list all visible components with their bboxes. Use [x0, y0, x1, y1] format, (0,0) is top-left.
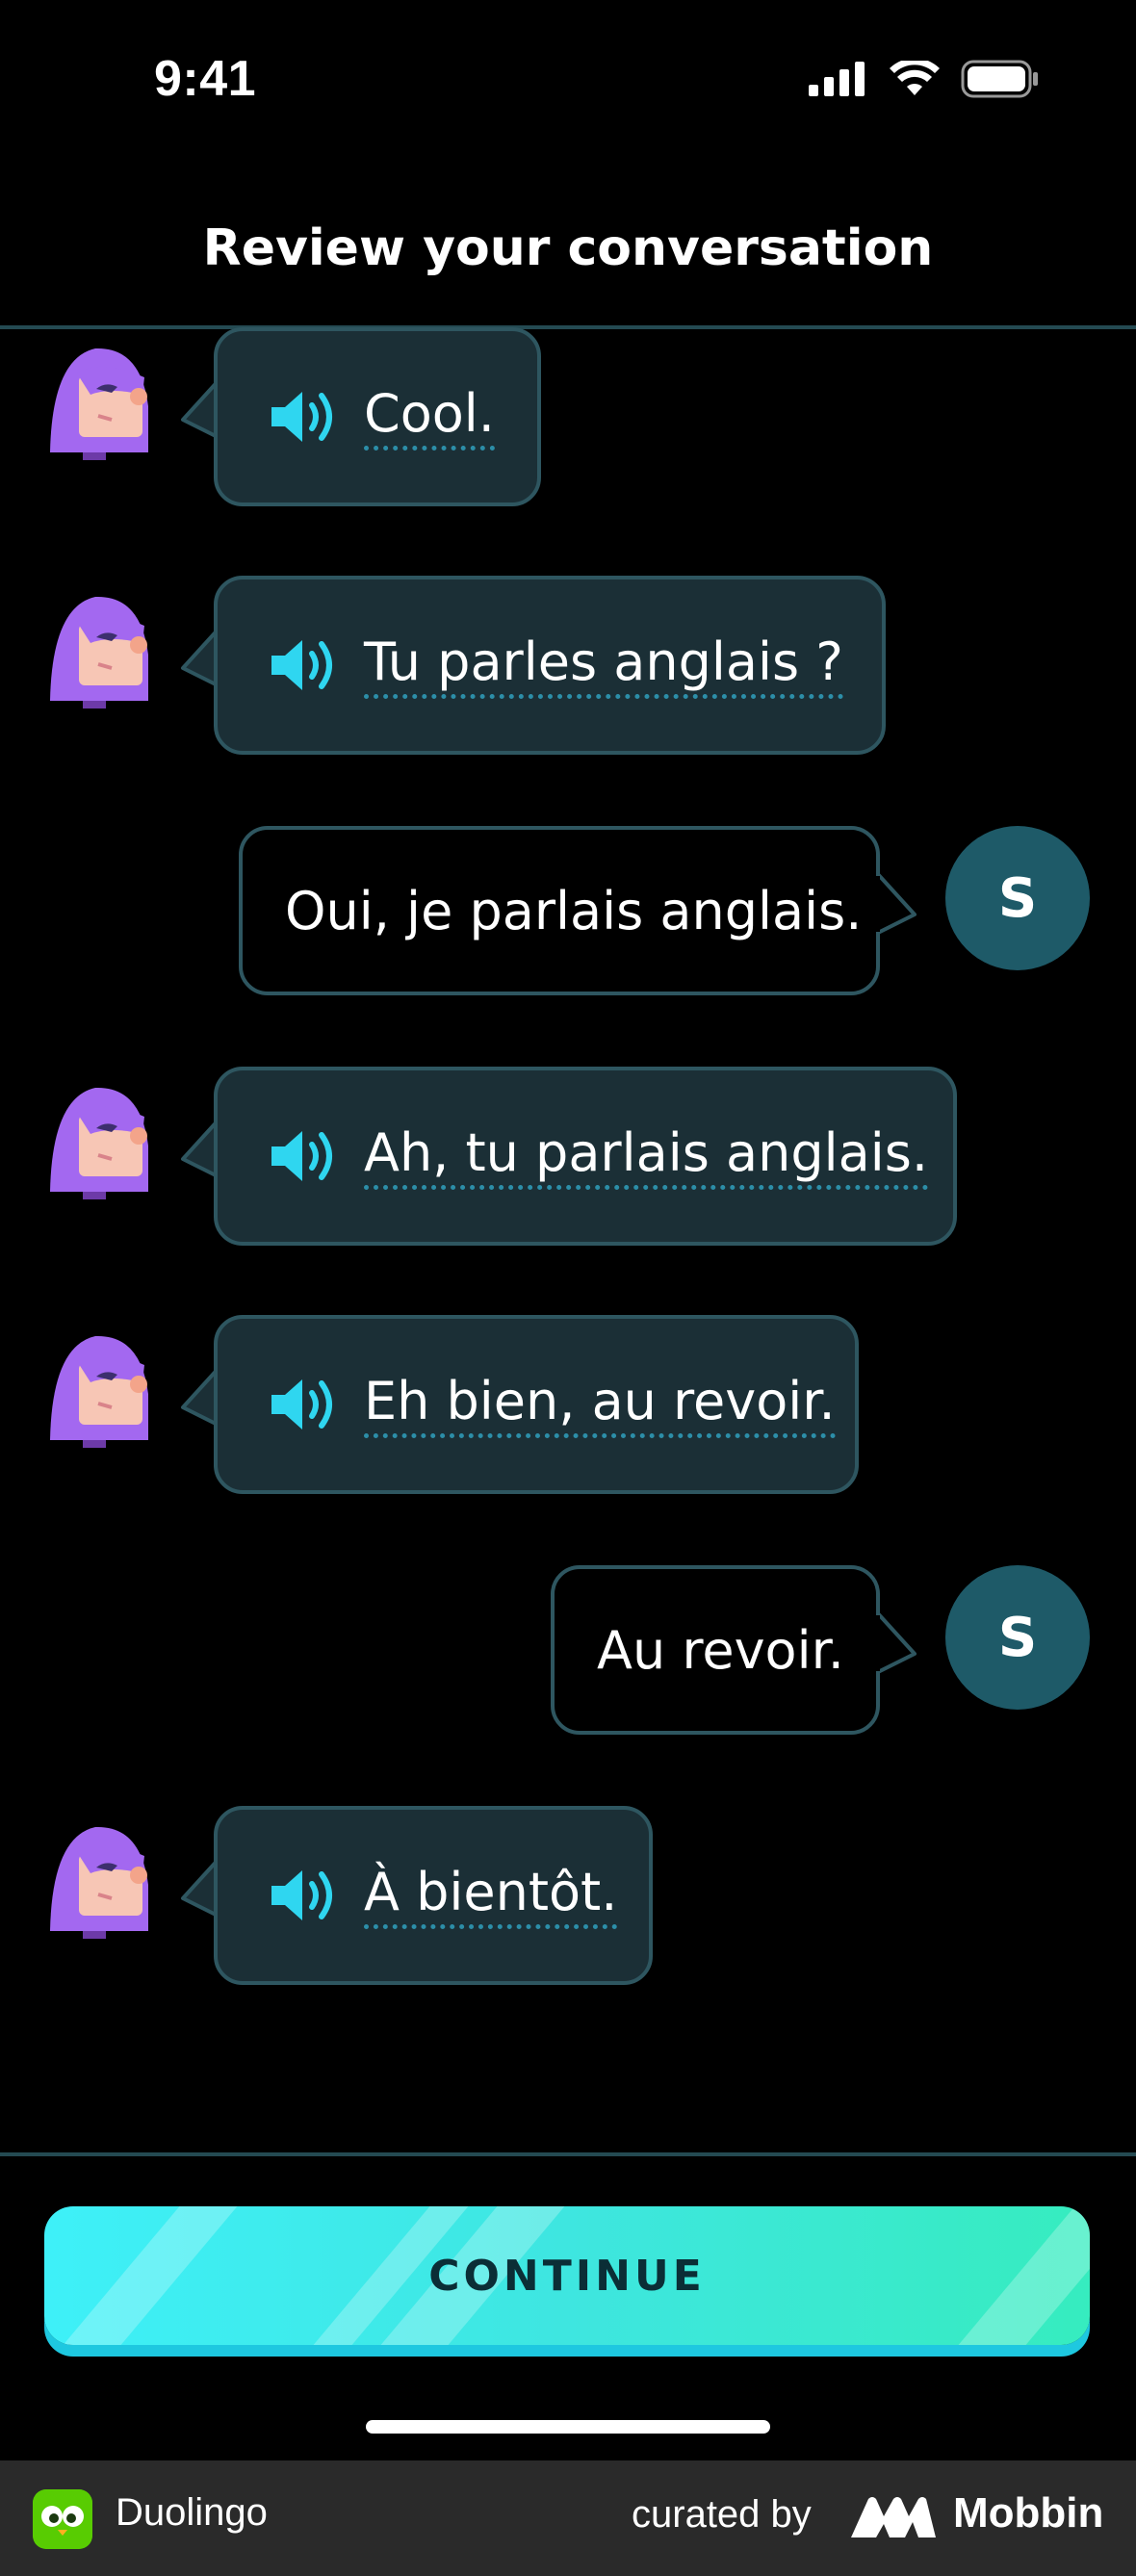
speaker-icon[interactable]: [268, 1125, 341, 1187]
chat-bubble: Eh bien, au revoir.: [214, 1315, 859, 1494]
avatar: S: [945, 826, 1090, 970]
bubble-tail: [876, 870, 917, 936]
chat-bubble: Au revoir.: [551, 1565, 880, 1735]
speaker-icon[interactable]: [268, 386, 341, 448]
duolingo-logo-icon: [33, 2489, 92, 2549]
character-avatar-icon: [50, 1335, 148, 1448]
speaker-icon[interactable]: [268, 1865, 341, 1926]
status-bar: 9:41: [0, 0, 1136, 164]
chat-bubble: À bientôt.: [214, 1806, 653, 1985]
message-text[interactable]: À bientôt.: [364, 1862, 618, 1929]
button-highlight: [63, 2206, 238, 2345]
chat-bubble: Cool.: [214, 327, 541, 506]
button-highlight: [958, 2206, 1090, 2345]
app-name: Duolingo: [116, 2491, 268, 2534]
status-time: 9:41: [154, 51, 257, 107]
message-text[interactable]: Tu parles anglais ?: [364, 631, 843, 699]
continue-button[interactable]: CONTINUE: [44, 2206, 1090, 2345]
page-title: Review your conversation: [202, 219, 934, 277]
header-divider: [0, 325, 1136, 329]
character-avatar-icon: [50, 348, 148, 460]
attribution-footer: Duolingo curated by Mobbin: [0, 2460, 1136, 2576]
speaker-icon[interactable]: [268, 634, 341, 696]
mobbin-logo-icon: [851, 2497, 936, 2537]
status-icons: [809, 60, 1040, 98]
wifi-icon: [890, 61, 940, 95]
signal-icon: [809, 62, 865, 96]
curated-by-label: curated by: [632, 2493, 812, 2536]
home-indicator: [366, 2420, 770, 2434]
battery-icon: [961, 60, 1038, 98]
avatar: S: [945, 1565, 1090, 1710]
message-text: Au revoir.: [597, 1619, 844, 1681]
speaker-icon[interactable]: [268, 1374, 341, 1435]
message-text: Oui, je parlais anglais.: [285, 880, 863, 941]
bubble-tail: [876, 1610, 917, 1675]
mobbin-brand: Mobbin: [953, 2489, 1104, 2537]
character-avatar-icon: [50, 1087, 148, 1199]
bottom-divider: [0, 2152, 1136, 2156]
character-avatar-icon: [50, 1826, 148, 1939]
chat-bubble: Tu parles anglais ?: [214, 576, 886, 755]
message-text[interactable]: Cool.: [364, 383, 495, 451]
message-text[interactable]: Eh bien, au revoir.: [364, 1371, 836, 1438]
message-text[interactable]: Ah, tu parlais anglais.: [364, 1122, 929, 1190]
continue-label: CONTINUE: [428, 2251, 706, 2301]
character-avatar-icon: [50, 596, 148, 708]
chat-bubble: Oui, je parlais anglais.: [239, 826, 880, 995]
chat-bubble: Ah, tu parlais anglais.: [214, 1067, 957, 1246]
